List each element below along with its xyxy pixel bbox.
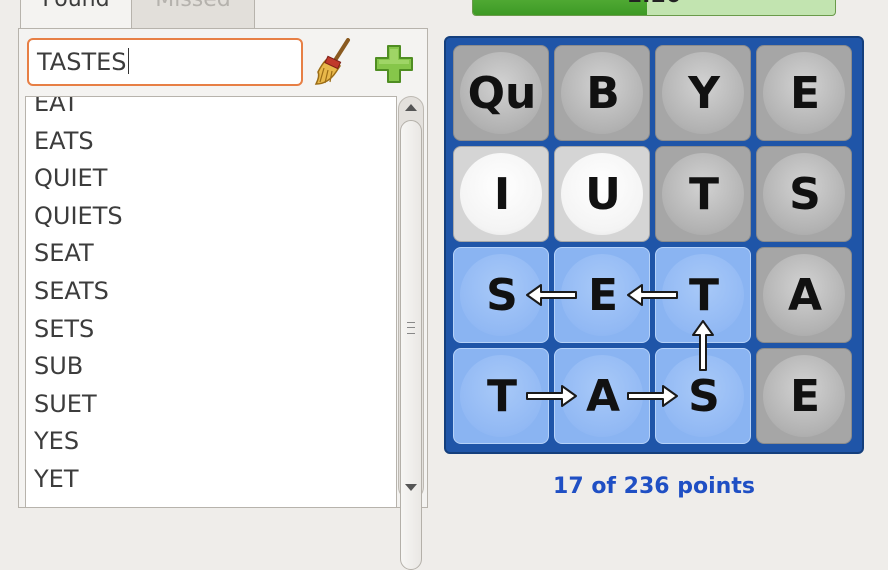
board-cell[interactable]: U (554, 146, 650, 242)
cell-letter: S (789, 169, 821, 220)
list-item[interactable]: SETS (26, 310, 396, 348)
scroll-thumb[interactable] (400, 120, 422, 570)
cell-letter: S (688, 371, 720, 422)
broom-icon (314, 38, 350, 85)
cell-letter: T (486, 371, 517, 422)
timer-label: 1:20 (473, 0, 835, 8)
cell-letter: T (688, 169, 719, 220)
found-words-list: EAT EATS QUIET QUIETS SEAT SEATS SETS SUB SUET YE… (25, 96, 397, 508)
cell-letter: E (789, 371, 821, 422)
cell-letter: E (587, 270, 619, 321)
game-board: Qu B Y E I U T S S E T A T A S E (444, 36, 864, 454)
tab-found[interactable]: Found (20, 0, 132, 28)
score-label: 17 of 236 points (553, 474, 755, 499)
tab-bar: Found Missed (20, 0, 255, 30)
list-item[interactable]: EAT (26, 97, 396, 122)
cell-letter: I (493, 169, 511, 220)
list-item[interactable]: EATS (26, 122, 396, 160)
cell-letter: A (787, 270, 823, 321)
list-item[interactable]: SUET (26, 385, 396, 423)
found-words-items: EAT EATS QUIET QUIETS SEAT SEATS SETS SUB SUET YE… (26, 97, 396, 498)
list-item[interactable]: QUIET (26, 159, 396, 197)
word-input-value: TASTES (37, 48, 127, 76)
board-cell[interactable]: S (453, 247, 549, 343)
add-word-button[interactable] (372, 42, 416, 86)
cell-letter: Y (688, 68, 720, 119)
board-cell[interactable]: A (554, 348, 650, 444)
scroll-grip-icon (407, 322, 415, 334)
cell-letter: T (688, 270, 719, 321)
board-cell[interactable]: T (655, 146, 751, 242)
board-cell[interactable]: S (756, 146, 852, 242)
board-cell[interactable]: T (453, 348, 549, 444)
list-item[interactable]: SUB (26, 347, 396, 385)
board-cell[interactable]: B (554, 45, 650, 141)
board-cell[interactable]: E (554, 247, 650, 343)
text-caret (127, 48, 129, 74)
board-cell[interactable]: Y (655, 45, 751, 141)
list-item[interactable]: SEAT (26, 234, 396, 272)
list-item[interactable]: SEATS (26, 272, 396, 310)
cell-letter: S (486, 270, 518, 321)
list-item[interactable]: YET (26, 460, 396, 498)
board-cell[interactable]: Qu (453, 45, 549, 141)
board-cell[interactable]: A (756, 247, 852, 343)
list-scrollbar[interactable] (398, 96, 426, 570)
board-cell[interactable]: E (756, 348, 852, 444)
cell-letter: B (586, 68, 620, 119)
cell-letter: A (585, 371, 621, 422)
scroll-up-icon[interactable] (405, 104, 417, 111)
board-cell[interactable]: T (655, 247, 751, 343)
cell-letter: Qu (467, 68, 537, 119)
board-cell[interactable]: S (655, 348, 751, 444)
word-input[interactable]: TASTES (27, 38, 303, 86)
scroll-down-icon[interactable] (405, 484, 417, 491)
board-cell[interactable]: I (453, 146, 549, 242)
timer-progress-bar: 1:20 (472, 0, 836, 16)
plus-icon (375, 45, 413, 83)
clear-button[interactable] (312, 38, 356, 88)
list-item[interactable]: QUIETS (26, 197, 396, 235)
tab-missed[interactable]: Missed (131, 0, 255, 28)
list-item[interactable]: YES (26, 422, 396, 460)
cell-letter: E (789, 68, 821, 119)
board-cell[interactable]: E (756, 45, 852, 141)
cell-letter: U (585, 169, 621, 220)
